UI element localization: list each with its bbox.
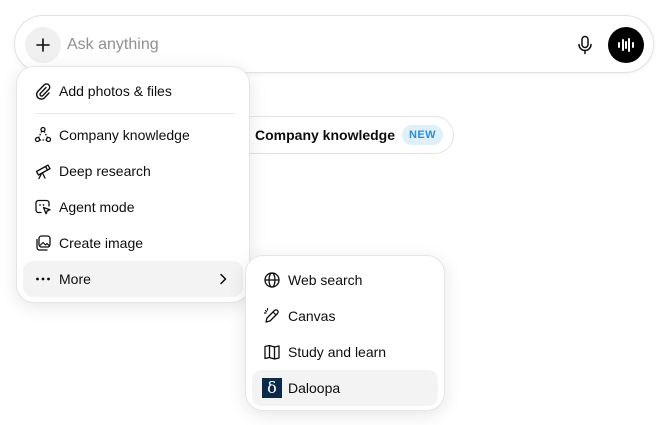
book-icon [262,342,282,362]
plus-icon [34,36,52,54]
menu-item-deep-research[interactable]: Deep research [23,153,243,189]
menu-divider [35,113,235,114]
voice-mode-button[interactable] [608,27,644,63]
ellipsis-icon [33,269,53,289]
menu-item-label: Company knowledge [59,127,190,143]
submenu-item-label: Study and learn [288,344,387,360]
menu-item-add-photos-files[interactable]: Add photos & files [23,73,243,109]
add-attachment-button[interactable] [25,27,61,63]
image-icon [33,233,53,253]
submenu-item-label: Canvas [288,308,336,324]
submenu-item-label: Daloopa [288,380,341,396]
pencil-icon [262,306,282,326]
tools-menu: Add photos & files Company knowledge Dee… [16,66,250,303]
submenu-item-web-search[interactable]: Web search [252,262,438,298]
submenu-item-study-and-learn[interactable]: Study and learn [252,334,438,370]
menu-item-label: More [59,271,91,287]
menu-item-label: Create image [59,235,144,251]
company-knowledge-icon [33,125,53,145]
menu-item-create-image[interactable]: Create image [23,225,243,261]
menu-item-agent-mode[interactable]: Agent mode [23,189,243,225]
submenu-item-label: Web search [288,272,363,288]
ask-input[interactable] [67,30,547,60]
company-knowledge-chip[interactable]: Company knowledge NEW [232,116,454,154]
chip-label: Company knowledge [255,127,396,143]
menu-item-company-knowledge[interactable]: Company knowledge [23,117,243,153]
submenu-item-daloopa[interactable]: δ Daloopa [252,370,438,406]
more-submenu: Web search Canvas Study and learn δ Dalo… [245,255,445,411]
globe-icon [262,270,282,290]
voice-waveform-icon [617,37,635,53]
submenu-item-canvas[interactable]: Canvas [252,298,438,334]
composer-bar [14,15,654,73]
menu-item-label: Agent mode [59,199,135,215]
menu-item-more[interactable]: More [23,261,243,297]
agent-cursor-icon [33,197,53,217]
telescope-icon [33,161,53,181]
new-badge: NEW [402,125,443,145]
microphone-icon [576,35,594,55]
menu-item-label: Deep research [59,163,151,179]
daloopa-logo-icon: δ [262,378,282,398]
paperclip-icon [33,81,53,101]
dictate-button[interactable] [571,31,599,59]
chevron-right-icon [213,269,233,289]
menu-item-label: Add photos & files [59,83,172,99]
